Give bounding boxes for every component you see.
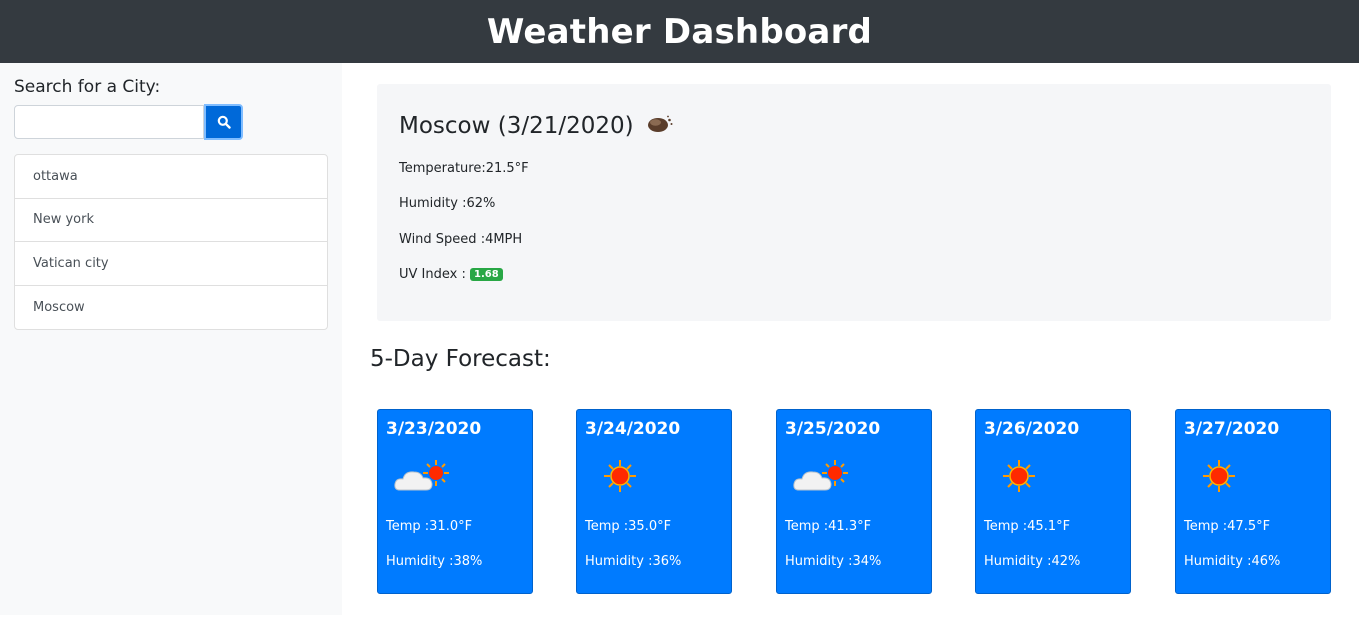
forecast-temp: Temp :35.0°F <box>585 519 672 534</box>
forecast-card: 3/24/2020 Temp :35.0°F Humidity :36% <box>576 409 732 594</box>
night-cloud-icon <box>646 112 674 140</box>
forecast-date: 3/23/2020 <box>386 419 482 439</box>
uv-index-label: UV Index : <box>399 267 466 282</box>
forecast-humidity: Humidity :42% <box>984 554 1081 569</box>
sun-icon <box>593 456 653 500</box>
current-humidity: Humidity :62% <box>399 196 496 211</box>
uv-index-badge: 1.68 <box>469 268 503 281</box>
forecast-card: 3/27/2020 Temp :47.5°F Humidity :46% <box>1175 409 1331 594</box>
search-icon <box>217 115 231 129</box>
forecast-title: 5-Day Forecast: <box>370 346 551 372</box>
sidebar: Search for a City: ottawa New york Vatic… <box>0 63 342 615</box>
forecast-humidity: Humidity :46% <box>1184 554 1281 569</box>
top-bar: Weather Dashboard <box>0 0 1359 63</box>
history-item[interactable]: Moscow <box>15 286 327 330</box>
partly-cloudy-icon <box>394 456 454 500</box>
search-input[interactable] <box>14 105 204 139</box>
forecast-date: 3/24/2020 <box>585 419 681 439</box>
current-uv-index: UV Index : 1.68 <box>399 267 503 282</box>
forecast-date: 3/25/2020 <box>785 419 881 439</box>
current-temperature: Temperature:21.5°F <box>399 161 529 176</box>
page-title: Weather Dashboard <box>486 11 873 52</box>
partly-cloudy-icon <box>793 456 853 500</box>
history-item[interactable]: Vatican city <box>15 242 327 286</box>
forecast-date: 3/27/2020 <box>1184 419 1280 439</box>
current-weather-panel: Moscow (3/21/2020) Temperature:21.5°F Hu… <box>377 84 1331 321</box>
forecast-humidity: Humidity :36% <box>585 554 682 569</box>
search-button[interactable] <box>204 104 243 140</box>
current-wind-speed: Wind Speed :4MPH <box>399 232 523 247</box>
search-history-list: ottawa New york Vatican city Moscow <box>14 154 328 330</box>
forecast-temp: Temp :45.1°F <box>984 519 1071 534</box>
search-label: Search for a City: <box>14 77 161 97</box>
forecast-date: 3/26/2020 <box>984 419 1080 439</box>
forecast-humidity: Humidity :38% <box>386 554 483 569</box>
history-item[interactable]: ottawa <box>15 155 327 199</box>
forecast-temp: Temp :47.5°F <box>1184 519 1271 534</box>
forecast-temp: Temp :41.3°F <box>785 519 872 534</box>
forecast-card: 3/26/2020 Temp :45.1°F Humidity :42% <box>975 409 1131 594</box>
current-city-label: Moscow (3/21/2020) <box>399 113 634 139</box>
sun-icon <box>1192 456 1252 500</box>
sun-icon <box>992 456 1052 500</box>
forecast-card: 3/23/2020 Temp :31.0°F Humidity :38% <box>377 409 533 594</box>
forecast-humidity: Humidity :34% <box>785 554 882 569</box>
forecast-card: 3/25/2020 Temp :41.3°F Humidity :34% <box>776 409 932 594</box>
forecast-temp: Temp :31.0°F <box>386 519 473 534</box>
history-item[interactable]: New york <box>15 199 327 242</box>
current-city-title: Moscow (3/21/2020) <box>399 112 674 140</box>
